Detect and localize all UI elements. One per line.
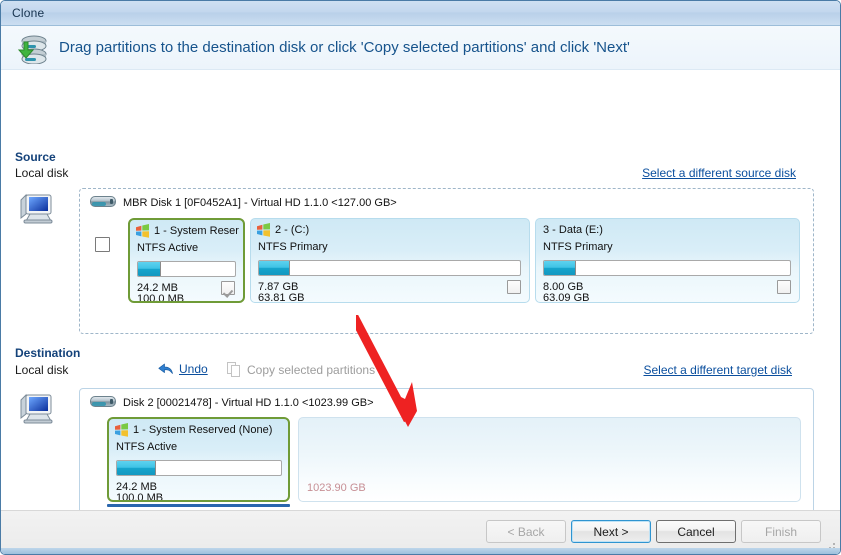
source-partition-1-usage-bar bbox=[137, 261, 236, 277]
windows-flag-icon bbox=[135, 224, 150, 238]
source-partition-1[interactable]: 1 - System Reserv NTFS Active 24.2 MB 10… bbox=[128, 218, 245, 303]
source-partition-3[interactable]: 3 - Data (E:) NTFS Primary 8.00 GB 63.09… bbox=[535, 218, 800, 303]
source-disk-header: MBR Disk 1 [0F0452A1] - Virtual HD 1.1.0… bbox=[90, 196, 397, 209]
source-partition-3-filesystem: NTFS Primary bbox=[543, 241, 613, 253]
select-different-target-disk-link[interactable]: Select a different target disk bbox=[643, 363, 792, 377]
destination-partition-1-total: 100.0 MB bbox=[116, 492, 163, 502]
copy-selected-partitions-label: Copy selected partitions bbox=[247, 363, 375, 377]
destination-partition-1-highlight-bar bbox=[107, 504, 290, 507]
undo-arrow-icon bbox=[158, 363, 173, 375]
source-partition-2[interactable]: 2 - (C:) NTFS Primary 7.87 GB 63.81 GB bbox=[250, 218, 530, 303]
banner: Drag partitions to the destination disk … bbox=[1, 26, 840, 70]
source-sub-label: Local disk bbox=[15, 166, 68, 180]
select-different-source-disk-link[interactable]: Select a different source disk bbox=[642, 166, 796, 180]
banner-title: Drag partitions to the destination disk … bbox=[59, 39, 630, 56]
source-partition-2-usage-bar bbox=[258, 260, 521, 276]
source-section-label: Source bbox=[15, 150, 56, 164]
source-partition-3-usage-bar bbox=[543, 260, 791, 276]
cancel-button[interactable]: Cancel bbox=[656, 520, 736, 543]
source-partition-3-total: 63.09 GB bbox=[543, 292, 589, 303]
undo-action[interactable]: Undo bbox=[158, 362, 208, 376]
destination-partition-1-usage-bar bbox=[116, 460, 282, 476]
destination-disk-header-text: Disk 2 [00021478] - Virtual HD 1.1.0 <10… bbox=[123, 397, 374, 409]
destination-free-space-label: 1023.90 GB bbox=[307, 482, 366, 494]
status-bar bbox=[1, 548, 840, 554]
source-partition-3-title: 3 - Data (E:) bbox=[543, 224, 795, 236]
source-partition-1-total: 100.0 MB bbox=[137, 293, 184, 303]
destination-disk-panel: Disk 2 [00021478] - Virtual HD 1.1.0 <10… bbox=[79, 388, 814, 530]
destination-sub-label: Local disk bbox=[15, 363, 68, 377]
back-button[interactable]: < Back bbox=[486, 520, 566, 543]
destination-partition-1-title: 1 - System Reserved (None) bbox=[133, 424, 284, 436]
clone-dialog-window: Clone Drag partitions to the destination… bbox=[0, 0, 841, 555]
next-button[interactable]: Next > bbox=[571, 520, 651, 543]
hard-disk-icon bbox=[90, 196, 116, 209]
finish-button[interactable]: Finish bbox=[741, 520, 821, 543]
destination-disk-header: Disk 2 [00021478] - Virtual HD 1.1.0 <10… bbox=[90, 396, 374, 409]
hard-disk-icon bbox=[90, 396, 116, 409]
windows-flag-icon bbox=[256, 223, 271, 237]
source-partition-2-total: 63.81 GB bbox=[258, 292, 304, 303]
source-partition-2-title: 2 - (C:) bbox=[275, 224, 525, 236]
destination-partition-1[interactable]: 1 - System Reserved (None) NTFS Active 2… bbox=[107, 417, 290, 502]
undo-link[interactable]: Undo bbox=[179, 362, 208, 376]
source-partition-1-checkbox[interactable] bbox=[221, 281, 235, 295]
window-title: Clone bbox=[12, 6, 44, 20]
source-disk-checkbox[interactable] bbox=[95, 237, 110, 252]
windows-flag-icon bbox=[114, 423, 129, 437]
source-disk-header-text: MBR Disk 1 [0F0452A1] - Virtual HD 1.1.0… bbox=[123, 197, 397, 209]
source-partition-1-filesystem: NTFS Active bbox=[137, 242, 198, 254]
destination-partition-1-filesystem: NTFS Active bbox=[116, 441, 177, 453]
source-partition-3-checkbox[interactable] bbox=[777, 280, 791, 294]
destination-section-label: Destination bbox=[15, 346, 80, 360]
destination-free-space[interactable]: 1023.90 GB bbox=[298, 417, 801, 502]
copy-selected-partitions-action[interactable]: Copy selected partitions bbox=[227, 362, 375, 377]
title-bar: Clone bbox=[1, 1, 840, 26]
source-partition-2-checkbox[interactable] bbox=[507, 280, 521, 294]
source-partition-2-filesystem: NTFS Primary bbox=[258, 241, 328, 253]
clone-disks-icon bbox=[15, 32, 51, 64]
source-partition-1-title: 1 - System Reserv bbox=[154, 225, 239, 237]
source-disk-panel: MBR Disk 1 [0F0452A1] - Virtual HD 1.1.0… bbox=[79, 188, 814, 334]
copy-icon bbox=[227, 362, 241, 377]
source-computer-icon bbox=[18, 192, 54, 228]
destination-computer-icon bbox=[18, 392, 54, 428]
